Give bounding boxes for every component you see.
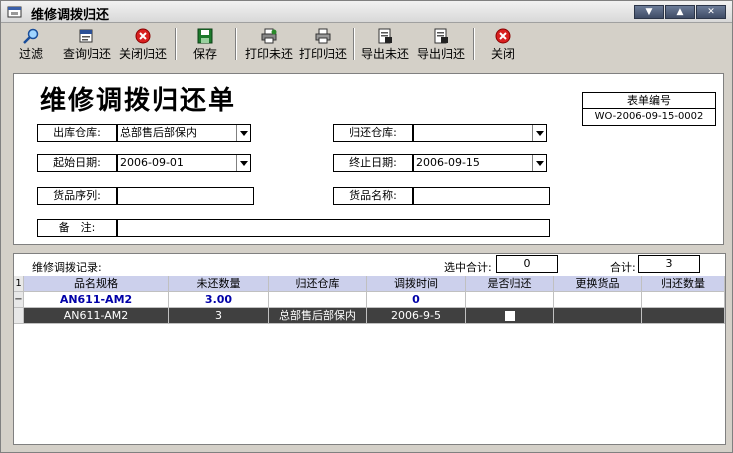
doc-number-label: 表单编号 — [583, 93, 715, 109]
printer-icon — [261, 28, 277, 44]
printer-icon — [315, 28, 331, 44]
minimize-button[interactable]: ▼ — [634, 5, 664, 19]
close-circle-icon — [135, 28, 151, 44]
save-button[interactable]: 保存 — [187, 28, 223, 62]
table-row[interactable]: − AN611-AM2 3.00 0 — [14, 292, 725, 308]
close-circle-icon — [495, 28, 511, 44]
grid-cell — [554, 292, 642, 308]
grid-cell — [269, 292, 367, 308]
out-warehouse-label: 出库仓库: — [37, 124, 117, 142]
chevron-down-icon[interactable] — [236, 125, 250, 141]
toolbar-separator — [175, 28, 177, 60]
doc-number-box: 表单编号 WO-2006-09-15-0002 — [582, 92, 716, 126]
grid-cell: 0 — [367, 292, 466, 308]
selected-total-label: 选中合计: — [444, 261, 492, 274]
chevron-down-icon[interactable] — [532, 155, 546, 171]
title-bar: 维修调拨归还 ▼ ▲ ✕ — [1, 1, 732, 23]
grid-cell: 3.00 — [169, 292, 269, 308]
column-header[interactable]: 归还数量 — [642, 276, 725, 292]
main-window: 维修调拨归还 ▼ ▲ ✕ 过滤 查询归还 关闭归还 保存 打印未还 打印归还 导… — [0, 0, 733, 453]
grid-header-row: 1 品名规格 未还数量 归还仓库 调拨时间 是否归还 更换货品 归还数量 — [14, 276, 725, 292]
collapse-toggle[interactable]: − — [14, 292, 24, 308]
print-return-button[interactable]: 打印归还 — [297, 28, 349, 62]
records-grid: 1 品名规格 未还数量 归还仓库 调拨时间 是否归还 更换货品 归还数量 − A… — [14, 276, 725, 324]
records-label: 维修调拨记录: — [32, 261, 102, 274]
start-date-picker[interactable]: 2006-09-01 — [117, 154, 251, 172]
form-title: 维修调拨归还单 — [40, 86, 237, 116]
grid-cell[interactable]: AN611-AM2 — [24, 308, 169, 324]
close-return-button[interactable]: 关闭归还 — [117, 28, 169, 62]
export-icon — [434, 28, 448, 44]
serial-input[interactable] — [117, 187, 254, 205]
query-return-button[interactable]: 查询归还 — [61, 28, 113, 62]
filter-button[interactable]: 过滤 — [13, 28, 49, 62]
row-header-cell — [14, 308, 24, 324]
column-header[interactable]: 调拨时间 — [367, 276, 466, 292]
grid-cell[interactable] — [466, 308, 554, 324]
grid-cell — [642, 292, 725, 308]
toolbar-separator — [235, 28, 237, 60]
window-close-button[interactable]: ✕ — [696, 5, 726, 19]
grid-cell: AN611-AM2 — [24, 292, 169, 308]
remark-label: 备 注: — [37, 219, 117, 237]
doc-number-value: WO-2006-09-15-0002 — [594, 111, 704, 122]
total-label: 合计: — [610, 261, 636, 274]
table-row[interactable]: AN611-AM2 3 总部售后部保内 2006-9-5 — [14, 308, 725, 324]
column-header[interactable]: 更换货品 — [554, 276, 642, 292]
grid-cell[interactable]: 2006-9-5 — [367, 308, 466, 324]
row-header-cell: 1 — [14, 276, 24, 292]
selected-total-value: 0 — [496, 255, 558, 273]
return-warehouse-label: 归还仓库: — [333, 124, 413, 142]
toolbar-separator — [473, 28, 475, 60]
chevron-down-icon[interactable] — [532, 125, 546, 141]
column-header[interactable]: 品名规格 — [24, 276, 169, 292]
toolbar: 过滤 查询归还 关闭归还 保存 打印未还 打印归还 导出未还 导出归还 关闭 — [1, 24, 732, 64]
end-date-picker[interactable]: 2006-09-15 — [413, 154, 547, 172]
print-unreturned-button[interactable]: 打印未还 — [243, 28, 295, 62]
close-button[interactable]: 关闭 — [487, 28, 519, 62]
remark-input[interactable] — [117, 219, 550, 237]
maximize-button[interactable]: ▲ — [665, 5, 695, 19]
end-date-label: 终止日期: — [333, 154, 413, 172]
column-header[interactable]: 未还数量 — [169, 276, 269, 292]
app-icon — [7, 6, 22, 18]
toolbar-separator — [353, 28, 355, 60]
column-header[interactable]: 归还仓库 — [269, 276, 367, 292]
grid-cell[interactable]: 3 — [169, 308, 269, 324]
product-name-label: 货品名称: — [333, 187, 413, 205]
window-title: 维修调拨归还 — [31, 8, 110, 23]
records-panel: 维修调拨记录: 选中合计: 0 合计: 3 1 品名规格 未还数量 归还仓库 调… — [13, 253, 726, 445]
export-unreturned-button[interactable]: 导出未还 — [359, 28, 411, 62]
serial-label: 货品序列: — [37, 187, 117, 205]
out-warehouse-select[interactable]: 总部售后部保内 — [117, 124, 251, 142]
form-panel: 维修调拨归还单 表单编号 WO-2006-09-15-0002 出库仓库: 总部… — [13, 73, 724, 245]
query-icon — [79, 29, 93, 43]
grid-cell[interactable] — [554, 308, 642, 324]
returned-checkbox[interactable] — [504, 311, 515, 321]
return-warehouse-select[interactable] — [413, 124, 547, 142]
export-return-button[interactable]: 导出归还 — [415, 28, 467, 62]
grid-cell — [466, 292, 554, 308]
product-name-input[interactable] — [413, 187, 550, 205]
grid-cell[interactable] — [642, 308, 725, 324]
magnifier-icon — [23, 28, 39, 44]
total-value: 3 — [638, 255, 700, 273]
export-icon — [378, 28, 392, 44]
records-summary-bar: 维修调拨记录: 选中合计: 0 合计: 3 — [14, 254, 725, 276]
grid-cell[interactable]: 总部售后部保内 — [269, 308, 367, 324]
start-date-label: 起始日期: — [37, 154, 117, 172]
column-header[interactable]: 是否归还 — [466, 276, 554, 292]
floppy-disk-icon — [197, 28, 213, 44]
chevron-down-icon[interactable] — [236, 155, 250, 171]
